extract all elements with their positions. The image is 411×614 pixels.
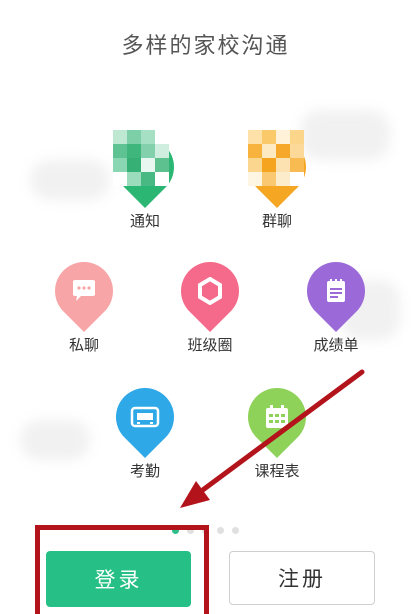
feature-group-chat[interactable]: 群聊 bbox=[235, 125, 319, 231]
feature-label: 课程表 bbox=[254, 462, 300, 480]
page-dot[interactable] bbox=[232, 527, 239, 534]
feature-private-chat[interactable]: 私聊 bbox=[42, 249, 126, 355]
feature-label: 班级圈 bbox=[187, 336, 233, 354]
clock-display-icon bbox=[103, 375, 187, 459]
onboarding-screen: 多样的家校沟通 通知 群聊 私聊 班级圈 成绩单 考勤 课程表 登录 注册 bbox=[0, 0, 411, 614]
feature-notice[interactable]: 通知 bbox=[103, 125, 187, 231]
decorative-smudge bbox=[30, 160, 110, 200]
feature-label: 群聊 bbox=[261, 212, 292, 230]
notepad-icon bbox=[294, 249, 378, 333]
feature-report-card[interactable]: 成绩单 bbox=[294, 249, 378, 355]
annotation-highlight-box bbox=[35, 525, 209, 614]
feature-label: 成绩单 bbox=[313, 336, 359, 354]
chat-bubble-icon bbox=[42, 249, 126, 333]
feature-class-circle[interactable]: 班级圈 bbox=[168, 249, 252, 355]
decorative-smudge bbox=[20, 420, 90, 460]
calendar-icon bbox=[235, 375, 319, 459]
feature-label: 考勤 bbox=[129, 462, 160, 480]
register-button[interactable]: 注册 bbox=[229, 551, 375, 605]
hexagon-ring-icon bbox=[168, 249, 252, 333]
page-dot[interactable] bbox=[217, 527, 224, 534]
pixelated-overlay bbox=[113, 130, 169, 186]
feature-schedule[interactable]: 课程表 bbox=[235, 375, 319, 481]
feature-attendance[interactable]: 考勤 bbox=[103, 375, 187, 481]
feature-label: 私聊 bbox=[68, 336, 99, 354]
feature-label: 通知 bbox=[129, 212, 160, 230]
page-title: 多样的家校沟通 bbox=[121, 34, 290, 59]
pixelated-overlay bbox=[248, 130, 304, 186]
